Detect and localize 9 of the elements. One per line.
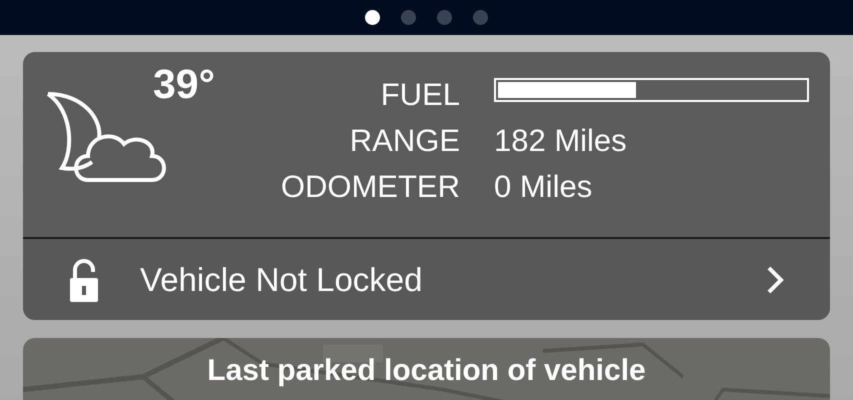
stat-label: FUEL [380, 76, 460, 114]
chevron-right-icon [765, 264, 785, 294]
lock-status: Vehicle Not Locked [140, 260, 424, 300]
stat-label: RANGE [348, 122, 460, 160]
stat-value: 0 Miles [494, 168, 594, 206]
location-title: Last parked location of vehicle [207, 353, 646, 389]
stat-value: 182 Miles [494, 122, 628, 160]
stat-label: ODOMETER [280, 168, 460, 206]
temperature: 39° [153, 64, 216, 105]
